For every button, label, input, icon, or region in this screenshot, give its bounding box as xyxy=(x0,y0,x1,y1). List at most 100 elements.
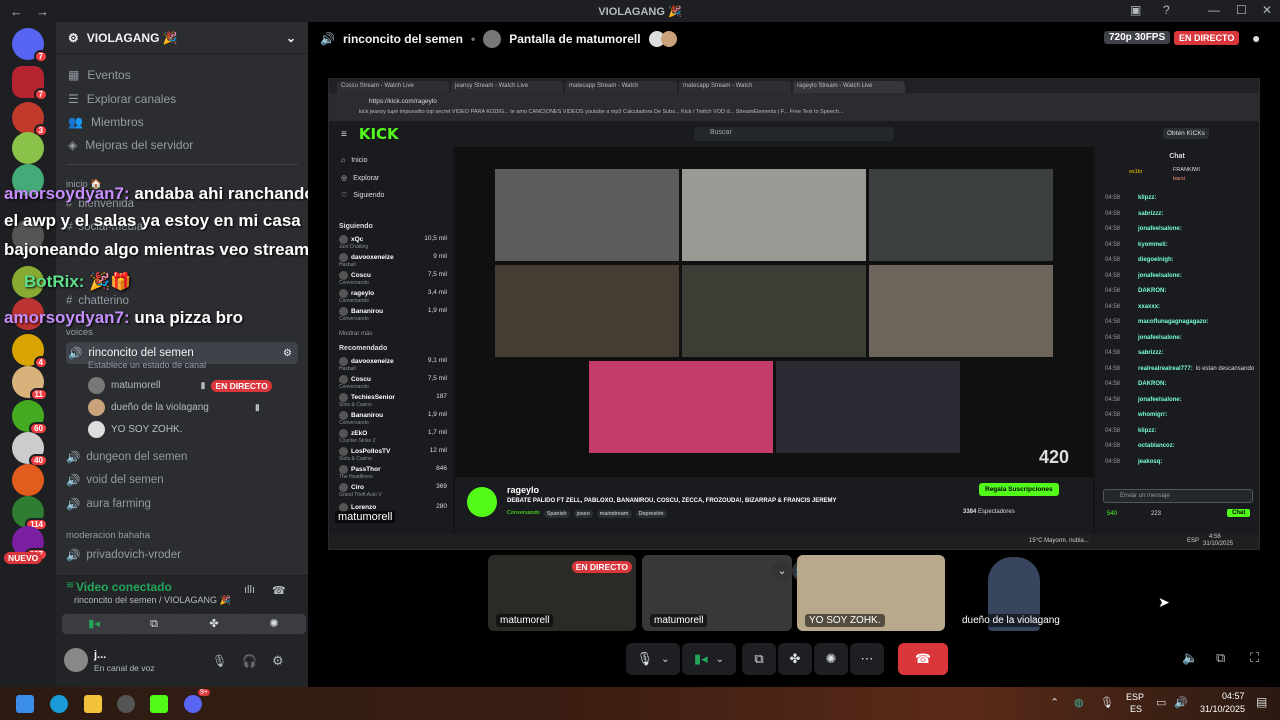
server-icon[interactable]: 114 xyxy=(12,496,48,531)
close-window-icon[interactable]: ✕ xyxy=(1262,3,1272,17)
stream-tag[interactable]: joseo xyxy=(573,510,593,518)
shared-screen[interactable]: Coscu Stream - Watch Live jeansy Stream … xyxy=(328,78,1260,550)
recommended-streamer[interactable]: PassThor 846 The Headliners xyxy=(339,465,449,480)
voice-channel[interactable]: 🔊 aura farming xyxy=(66,497,151,511)
nav-eventos[interactable]: ▦ Eventos xyxy=(68,68,131,82)
popout-icon[interactable]: ⧉ xyxy=(1216,650,1225,666)
recommended-streamer[interactable]: Coscu 7,5 mil Conversando xyxy=(339,375,449,390)
steam-icon[interactable] xyxy=(117,695,135,713)
stream-tag[interactable]: Spanish xyxy=(543,510,570,518)
volume-icon[interactable]: 🔈 xyxy=(1182,650,1198,666)
server-icon[interactable]: 4 xyxy=(12,334,48,369)
chat-username[interactable]: jonafeelsalone: xyxy=(1138,335,1182,341)
wifi-icon[interactable]: ▭ xyxy=(1156,696,1166,709)
server-icon[interactable]: 40 xyxy=(12,432,48,467)
stream-tag[interactable]: mainstream xyxy=(596,510,632,518)
kick-nav-explorar[interactable]: ◎ Explorar xyxy=(341,174,379,183)
chat-username[interactable]: diegoelnigh: xyxy=(1138,257,1174,263)
followed-streamer[interactable]: Bananirou 1,9 mil Conversando xyxy=(339,307,449,322)
notifications-icon[interactable]: ▤ xyxy=(1256,695,1267,709)
chat-username[interactable]: jonafeelsalone: xyxy=(1138,397,1182,403)
voice-status-text[interactable]: Establece un estado de canal xyxy=(88,360,206,370)
activities-button[interactable]: ✤ xyxy=(778,643,812,675)
share-screen-button[interactable]: ⧉ xyxy=(122,614,186,634)
chat-username[interactable]: whomigrr: xyxy=(1138,412,1167,418)
chat-username[interactable]: jonafeelsalone: xyxy=(1138,273,1182,279)
chat-username[interactable]: DAKRON: xyxy=(1138,288,1166,294)
activities-button[interactable]: ✤ xyxy=(182,614,246,634)
server-header[interactable]: ⚙ VIOLAGANG 🎉 ⌄ xyxy=(56,22,308,54)
participant-tile[interactable]: matumorell xyxy=(642,555,792,631)
chat-username[interactable]: jonafeelsalone: xyxy=(1138,226,1182,232)
chat-username[interactable]: octablancoz: xyxy=(1138,443,1175,449)
user-settings-icon[interactable]: ⚙ xyxy=(272,653,284,669)
file-explorer-icon[interactable] xyxy=(84,695,102,713)
chat-username[interactable]: klipzz: xyxy=(1138,195,1156,201)
keyboard-layout-indicator[interactable]: ES xyxy=(1130,704,1142,714)
collapse-chevron-icon[interactable]: ⌄ xyxy=(772,561,792,581)
browser-tab[interactable]: jeansy Stream - Watch Live xyxy=(451,81,563,93)
server-icon[interactable]: 11 xyxy=(12,366,48,401)
voice-user[interactable]: dueño de la violagang ▮ xyxy=(88,399,260,416)
participant-tile[interactable]: dueño de la violagang xyxy=(950,555,1080,631)
noise-suppression-icon[interactable]: ıllı xyxy=(244,584,255,596)
browser-tab[interactable]: matecapp Stream - Watch xyxy=(565,81,677,93)
server-icon[interactable]: 7 xyxy=(12,66,48,101)
recommended-streamer[interactable]: LosPollosTV 12 mil Slots & Casino xyxy=(339,447,449,462)
discord-home-icon[interactable]: 7 xyxy=(12,28,48,63)
server-icon[interactable] xyxy=(12,464,44,496)
kick-nav-siguiendo[interactable]: ♡ Siguiendo xyxy=(341,191,384,200)
chat-username[interactable]: klipzz: xyxy=(1138,428,1156,434)
maximize-icon[interactable]: ☐ xyxy=(1236,3,1247,17)
settings-gear-icon[interactable]: ⚙ xyxy=(283,348,292,359)
kick-search[interactable]: Buscar xyxy=(694,127,894,141)
speaker-tray-icon[interactable]: 🔊 xyxy=(1174,696,1188,709)
stream-tag[interactable]: Depresión xyxy=(635,510,667,518)
browser-tab[interactable]: matecapp Stream - Watch xyxy=(679,81,791,93)
chat-send-button[interactable]: Chat xyxy=(1227,509,1251,517)
microphone-icon[interactable]: 🎙 xyxy=(212,654,227,668)
server-icon[interactable] xyxy=(12,132,44,164)
microphone-toggle[interactable]: 🎙 ⌄ xyxy=(626,643,680,675)
menu-icon[interactable]: ≡ xyxy=(341,129,347,140)
recommended-streamer[interactable]: Ciro 369 Grand Theft Auto V xyxy=(339,483,449,498)
start-icon[interactable] xyxy=(16,695,34,713)
chat-username[interactable]: sabrizzz: xyxy=(1138,211,1163,217)
discord-icon[interactable]: 9+ xyxy=(184,689,210,713)
category-voices[interactable]: voices xyxy=(66,327,93,338)
channel-privado[interactable]: 🔊 privadovich-vroder xyxy=(66,548,181,562)
inbox-icon[interactable]: ▣ xyxy=(1130,3,1141,17)
soundboard-button[interactable]: ✺ xyxy=(242,614,306,634)
voice-status[interactable]: Video conectado xyxy=(76,580,172,594)
participant-tile[interactable]: YO SOY ZOHK. xyxy=(797,555,945,631)
chat-username[interactable]: sabrizzz: xyxy=(1138,350,1163,356)
server-icon[interactable]: 60 xyxy=(12,400,48,435)
kick-logo[interactable]: KICK xyxy=(359,125,399,143)
clock-time[interactable]: 04:57 xyxy=(1222,691,1245,701)
recommended-streamer[interactable]: TechiesSenior 187 Slots & Casino xyxy=(339,393,449,408)
recommended-streamer[interactable]: zEkO 1,7 mil Counter-Strike 2 xyxy=(339,429,449,444)
followed-streamer[interactable]: rageylo 3,4 mil Conversando xyxy=(339,289,449,304)
recommended-streamer[interactable]: davooxeneize 9,1 mil Haxball xyxy=(339,357,449,372)
get-kicks-button[interactable]: Obtén KICKs xyxy=(1163,128,1209,139)
kick-nav-inicio[interactable]: ⌂ Inicio xyxy=(341,157,368,164)
chat-username[interactable]: jeakosq: xyxy=(1138,459,1162,465)
participant-tile[interactable]: EN DIRECTO matumorell xyxy=(488,555,636,631)
server-icon[interactable]: 3 xyxy=(12,102,48,137)
user-name[interactable]: j... xyxy=(94,649,106,661)
show-more-link[interactable]: Mostrar más xyxy=(339,331,372,337)
user-avatar[interactable] xyxy=(64,648,88,672)
voice-channel[interactable]: 🔊 void del semen xyxy=(66,473,164,487)
nav-mejoras[interactable]: ◈ Mejoras del servidor xyxy=(68,138,193,152)
camera-toggle-button[interactable]: ▮◂ xyxy=(62,614,126,634)
help-icon[interactable]: ? xyxy=(1163,3,1170,17)
soundboard-button[interactable]: ✺ xyxy=(814,643,848,675)
streamer-name[interactable]: rageylo xyxy=(507,485,539,495)
streamer-avatar[interactable] xyxy=(467,487,497,517)
chat-username[interactable]: macoflunagagnagagazo: xyxy=(1138,319,1208,325)
chat-input[interactable]: Enviar un mensaje xyxy=(1103,489,1253,503)
voice-location[interactable]: rinconcito del semen / VIOLAGANG 🎉 xyxy=(74,595,231,606)
share-screen-button[interactable]: ⧉ xyxy=(742,643,776,675)
stream-video[interactable]: 420 xyxy=(455,147,1093,477)
chat-username[interactable]: xxaxxx: xyxy=(1138,304,1160,310)
